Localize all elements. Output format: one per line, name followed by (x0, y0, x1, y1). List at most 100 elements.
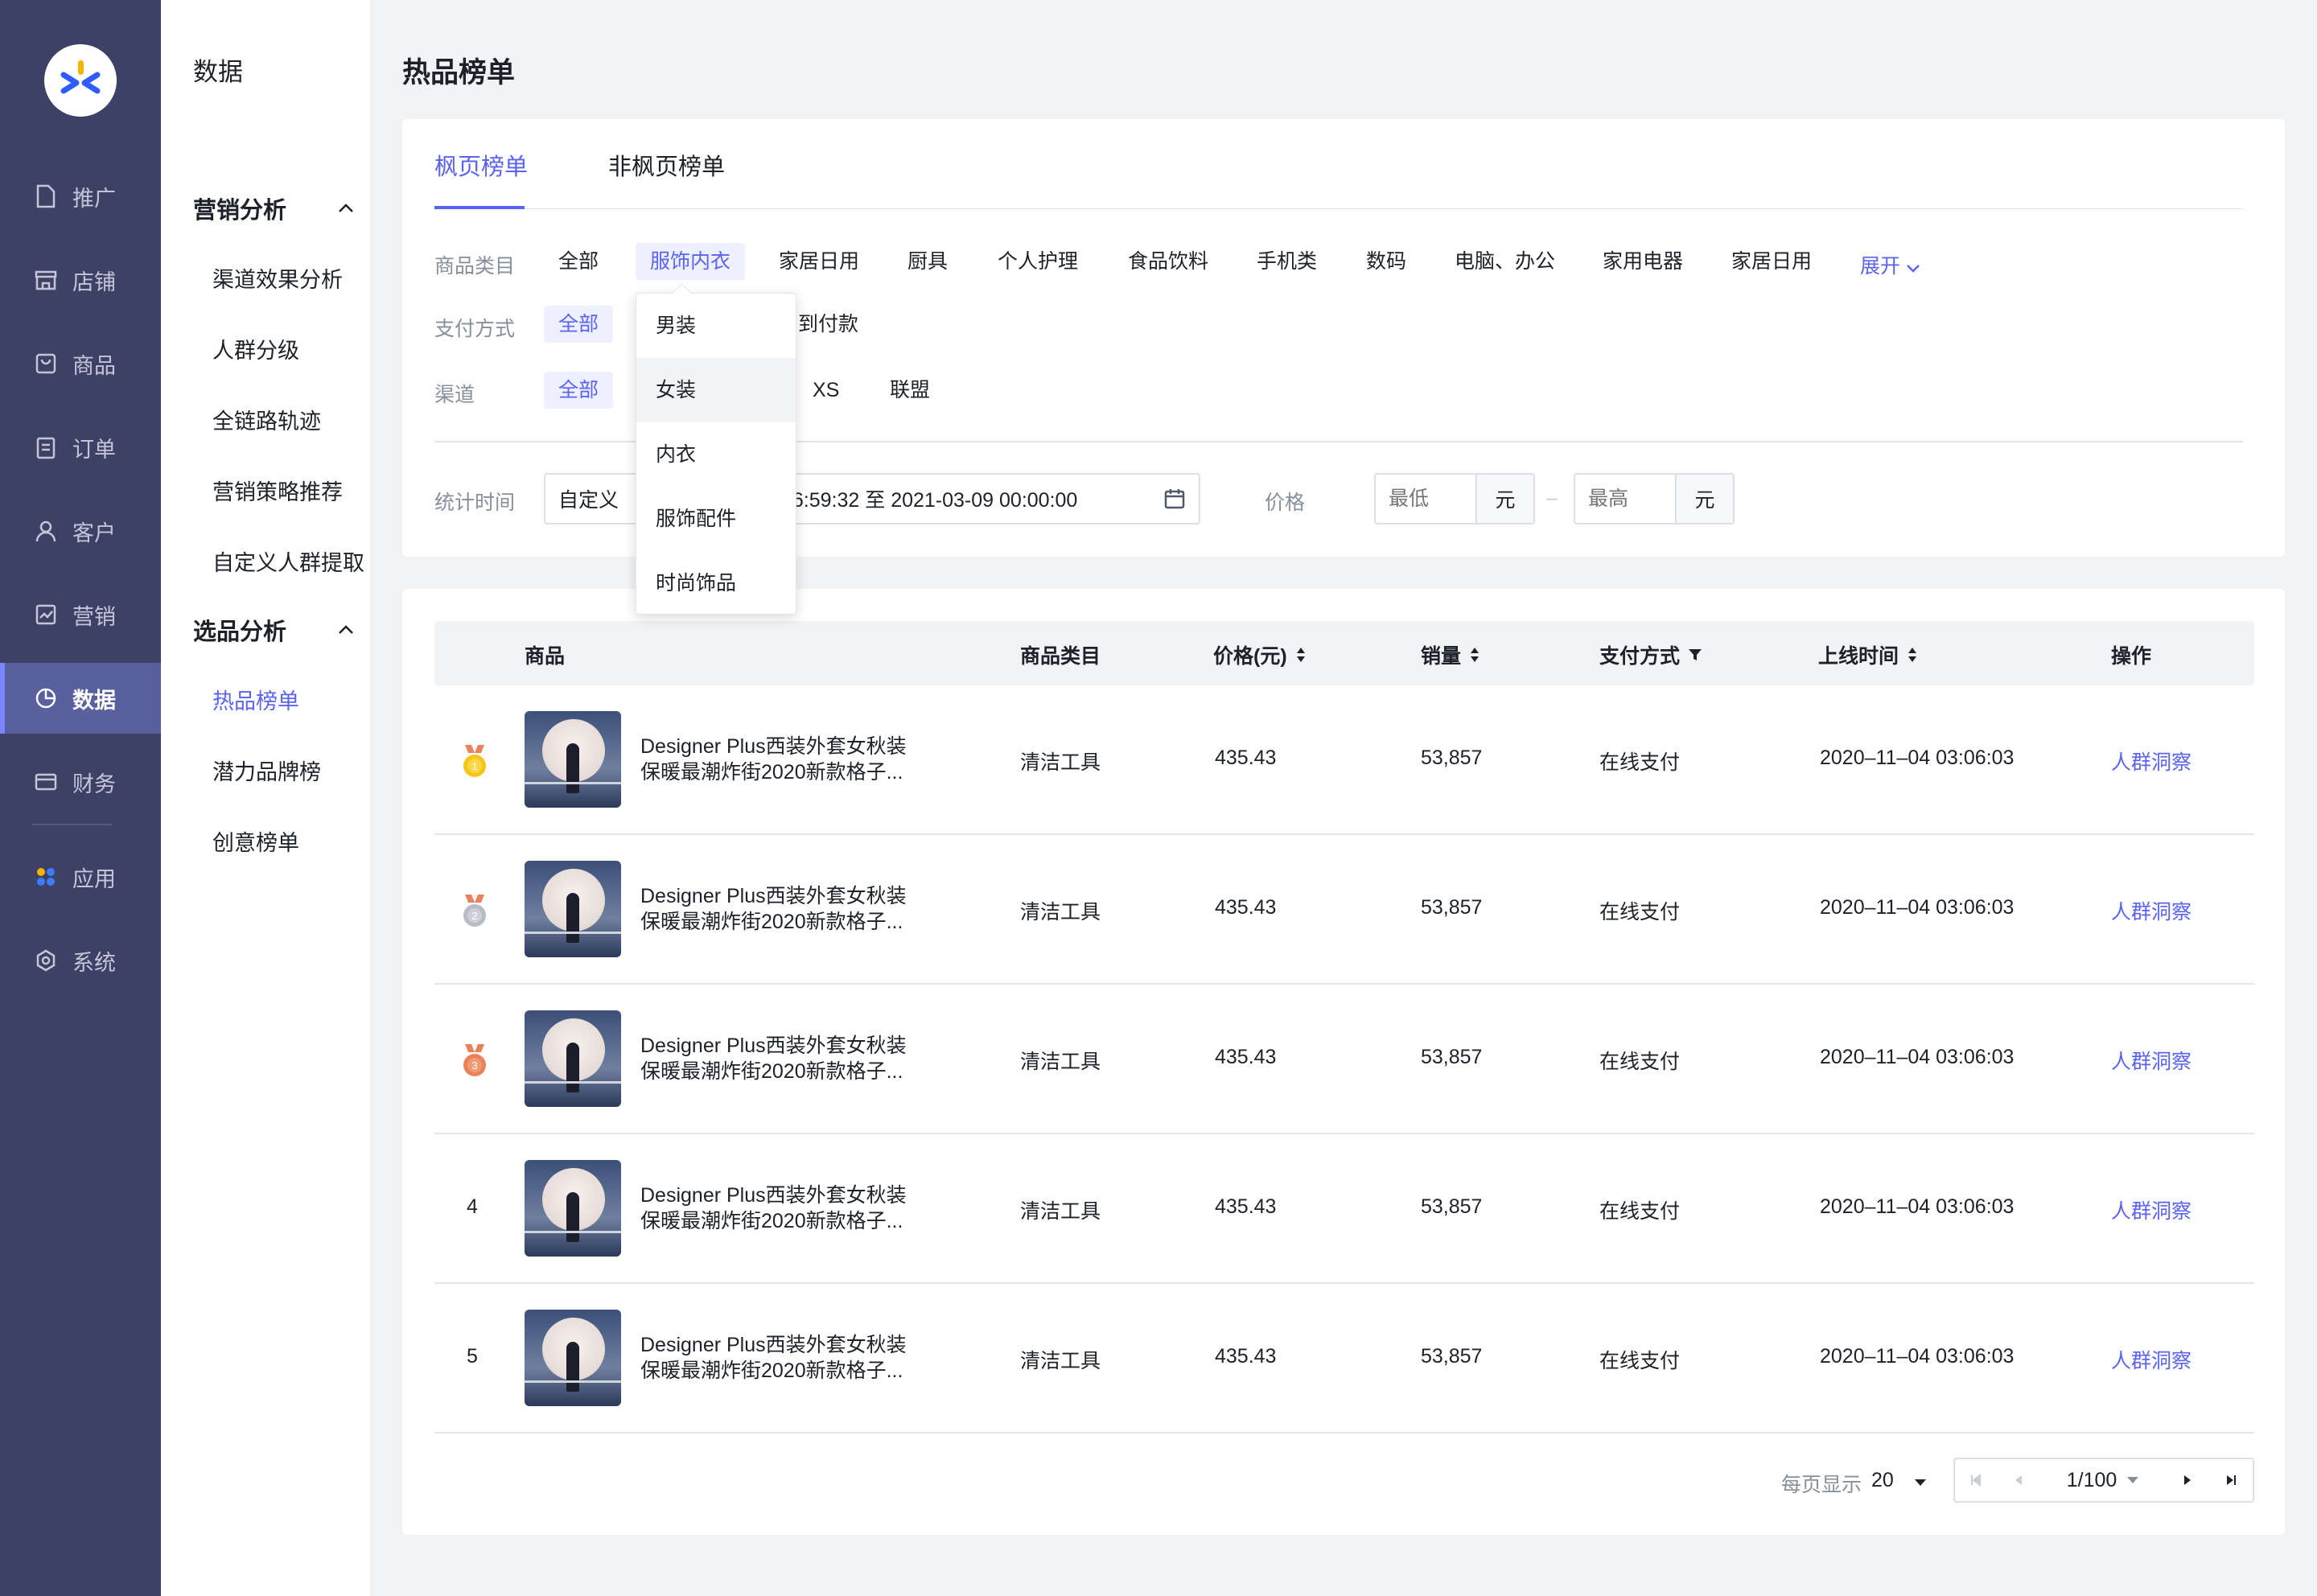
col-header-payment[interactable]: 支付方式 (1599, 640, 1702, 669)
price-max-input[interactable] (1574, 473, 1677, 524)
cell-price: 435.43 (1215, 896, 1277, 919)
page-select[interactable]: 1/100 (2040, 1458, 2167, 1503)
nav-label: 营销 (72, 604, 116, 629)
tab-non-fengye[interactable]: 非枫页榜单 (608, 148, 725, 182)
product-image[interactable] (525, 711, 621, 808)
subnav-item-strategy[interactable]: 营销策略推荐 (212, 475, 343, 506)
chart-line-icon (32, 601, 60, 628)
col-header-price[interactable]: 价格(元) (1213, 640, 1307, 669)
nav-label: 店铺 (72, 269, 116, 294)
crowd-insight-link[interactable]: 人群洞察 (2111, 896, 2191, 925)
nav-label: 数据 (72, 688, 116, 713)
category-chip-selected[interactable]: 服饰内衣 (636, 243, 746, 280)
prev-icon (2015, 1475, 2022, 1485)
per-page-select[interactable]: 20 (1871, 1469, 1927, 1492)
expand-button[interactable]: 展开 (1860, 250, 1920, 279)
tab-fengye[interactable]: 枫页榜单 (434, 148, 528, 182)
silver-medal-icon: 2 (463, 895, 486, 927)
last-page-icon (2227, 1475, 2236, 1485)
cell-sales: 53,857 (1421, 747, 1483, 769)
dropdown-item-accessories[interactable]: 服饰配件 (636, 487, 796, 551)
crowd-insight-link[interactable]: 人群洞察 (2111, 1046, 2191, 1075)
subnav-group-label: 营销分析 (193, 198, 287, 224)
col-header-label: 操作 (2111, 645, 2152, 668)
sort-icon[interactable] (1469, 646, 1480, 664)
bag-icon (32, 350, 60, 377)
category-chip[interactable]: 电脑、办公 (1440, 243, 1570, 280)
nav-item-promotion[interactable]: 推广 (0, 161, 161, 232)
category-chip[interactable]: 全部 (544, 243, 613, 280)
category-chip[interactable]: 手机类 (1242, 243, 1331, 280)
next-page-button[interactable] (2166, 1458, 2211, 1503)
category-chip[interactable]: 家居日用 (764, 243, 874, 280)
last-page-button[interactable] (2209, 1458, 2254, 1503)
subnav-item-full-link[interactable]: 全链路轨迹 (212, 404, 321, 435)
filter-icon[interactable] (1688, 648, 1702, 662)
nav-item-order[interactable]: 订单 (0, 412, 161, 483)
category-chip[interactable]: 食品饮料 (1113, 243, 1223, 280)
payment-chip-all[interactable]: 全部 (544, 306, 614, 343)
subnav-item-creative-list[interactable]: 创意榜单 (212, 825, 299, 857)
col-header-label: 价格(元) (1213, 645, 1287, 668)
sort-icon[interactable] (1295, 646, 1307, 664)
category-chip[interactable]: 家居日用 (1717, 243, 1826, 280)
price-min-input[interactable] (1374, 473, 1477, 524)
nav-item-finance[interactable]: 财务 (0, 747, 161, 817)
crowd-insight-link[interactable]: 人群洞察 (2111, 1195, 2191, 1224)
dropdown-item-jewelry[interactable]: 时尚饰品 (636, 551, 796, 615)
col-header-time[interactable]: 上线时间 (1818, 640, 1918, 669)
price-min-unit: 元 (1475, 473, 1535, 524)
dropdown-item-underwear[interactable]: 内衣 (636, 422, 796, 487)
channel-chip-xs[interactable]: XS (798, 372, 854, 409)
subnav-item-crowd-level[interactable]: 人群分级 (212, 333, 299, 364)
channel-chip-union[interactable]: 联盟 (875, 372, 944, 409)
dropdown-item-womenswear[interactable]: 女装 (636, 358, 796, 422)
subnav-item-custom-crowd[interactable]: 自定义人群提取 (212, 545, 364, 577)
cell-time: 2020–11–04 03:06:03 (1820, 1345, 2015, 1368)
col-header-sales[interactable]: 销量 (1421, 640, 1480, 669)
per-page-value: 20 (1871, 1469, 1894, 1491)
cell-sales: 53,857 (1421, 1345, 1483, 1368)
product-image[interactable] (525, 1160, 621, 1257)
app-logo[interactable] (44, 44, 117, 117)
nav-item-store[interactable]: 店铺 (0, 245, 161, 315)
subnav-item-brand-list[interactable]: 潜力品牌榜 (212, 755, 321, 786)
nav-item-apps[interactable]: 应用 (0, 841, 161, 912)
cell-category: 清洁工具 (1020, 901, 1101, 923)
crowd-insight-link[interactable]: 人群洞察 (2111, 747, 2191, 775)
calendar-icon (1164, 489, 1185, 509)
payment-chip-cod[interactable]: 到付款 (785, 306, 873, 343)
channel-chip-all[interactable]: 全部 (544, 372, 614, 409)
nav-item-customer[interactable]: 客户 (0, 496, 161, 566)
first-page-button[interactable] (1953, 1458, 1998, 1503)
category-chip[interactable]: 厨具 (893, 243, 962, 280)
store-icon (32, 266, 60, 294)
medal-rank: 3 (471, 1059, 477, 1072)
chevron-up-icon (339, 204, 353, 212)
sort-icon[interactable] (1907, 646, 1918, 664)
bronze-medal-icon: 3 (463, 1044, 486, 1076)
subnav-group-selection[interactable]: 选品分析 (193, 613, 354, 647)
subnav-group-marketing[interactable]: 营销分析 (193, 191, 354, 225)
pie-chart-icon (32, 685, 60, 712)
category-chip[interactable]: 个人护理 (983, 243, 1093, 280)
nav-item-marketing[interactable]: 营销 (0, 579, 161, 650)
prev-page-button[interactable] (1997, 1458, 2042, 1503)
subnav-item-channel[interactable]: 渠道效果分析 (212, 262, 343, 294)
crowd-insight-link[interactable]: 人群洞察 (2111, 1345, 2191, 1374)
primary-sidebar: 推广 店铺 商品 订单 客户 营销 数据 财务 应用 系统 (0, 0, 161, 1596)
subnav-title: 数据 (193, 58, 243, 86)
category-chip[interactable]: 家用电器 (1588, 243, 1698, 280)
product-image[interactable] (525, 1310, 621, 1406)
page-indicator: 1/100 (2066, 1468, 2117, 1491)
category-chip[interactable]: 数码 (1352, 243, 1421, 280)
col-header-category: 商品类目 (1020, 640, 1101, 669)
nav-item-product[interactable]: 商品 (0, 328, 161, 399)
dropdown-item-menswear[interactable]: 男装 (636, 294, 796, 358)
nav-item-data[interactable]: 数据 (0, 663, 161, 734)
product-image[interactable] (525, 861, 621, 957)
nav-item-system[interactable]: 系统 (0, 925, 161, 996)
subnav-item-hot-list[interactable]: 热品榜单 (212, 684, 299, 715)
product-image[interactable] (525, 1010, 621, 1107)
cell-payment: 在线支付 (1599, 901, 1681, 923)
